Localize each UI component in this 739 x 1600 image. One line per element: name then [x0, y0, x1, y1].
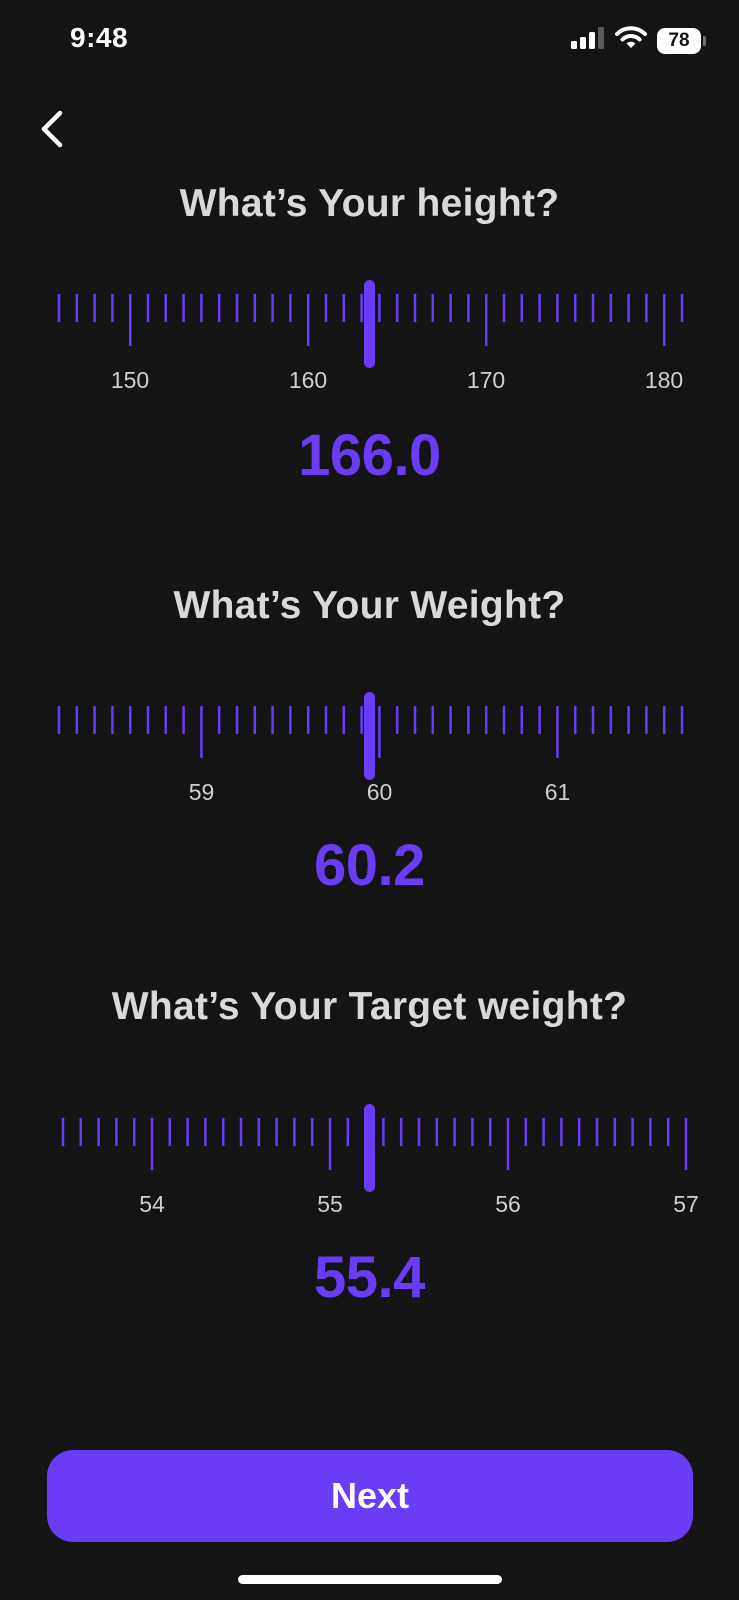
- status-time: 9:48: [70, 22, 129, 53]
- signal-icon: [571, 27, 605, 54]
- height-ruler-svg: 150 160 170 180: [57, 280, 684, 393]
- battery-level: 78: [668, 29, 690, 51]
- weight-tick-label: 60: [367, 779, 393, 805]
- height-tick-label: 170: [467, 367, 505, 393]
- height-tick-label: 150: [111, 367, 149, 393]
- status-bar: 9:48 78: [0, 0, 739, 84]
- weight-question: What’s Your Weight?: [173, 584, 566, 627]
- target-weight-tick-label: 54: [139, 1191, 165, 1217]
- home-indicator: [238, 1575, 502, 1584]
- target-weight-selection-indicator[interactable]: [364, 1104, 375, 1192]
- weight-value: 60.2: [314, 833, 425, 898]
- weight-selection-indicator[interactable]: [364, 692, 375, 780]
- next-button[interactable]: Next: [47, 1450, 693, 1542]
- height-question: What’s Your height?: [179, 182, 560, 225]
- target-weight-ruler-svg: 54 55 56 57: [61, 1104, 699, 1217]
- target-weight-tick-label: 55: [317, 1191, 343, 1217]
- wifi-icon: [615, 26, 647, 55]
- height-ruler[interactable]: 150 160 170 180: [0, 276, 739, 406]
- weight-tick-label: 61: [545, 779, 571, 805]
- weight-ruler-svg: 59 60 61: [57, 692, 684, 805]
- height-selection-indicator[interactable]: [364, 280, 375, 368]
- battery-icon: 78: [657, 27, 706, 54]
- weight-tick-label: 59: [189, 779, 215, 805]
- target-weight-tick-label: 56: [495, 1191, 521, 1217]
- target-weight-question: What’s Your Target weight?: [111, 985, 628, 1028]
- back-button[interactable]: [30, 104, 74, 154]
- target-weight-value: 55.4: [314, 1245, 425, 1310]
- chevron-left-icon: [30, 110, 74, 158]
- height-tick-label: 180: [645, 367, 683, 393]
- height-value: 166.0: [298, 423, 441, 488]
- status-icons: 78: [571, 26, 706, 55]
- target-weight-ruler[interactable]: 54 55 56 57: [0, 1100, 739, 1230]
- target-weight-tick-label: 57: [673, 1191, 699, 1217]
- height-tick-label: 160: [289, 367, 327, 393]
- weight-ruler[interactable]: 59 60 61: [0, 688, 739, 818]
